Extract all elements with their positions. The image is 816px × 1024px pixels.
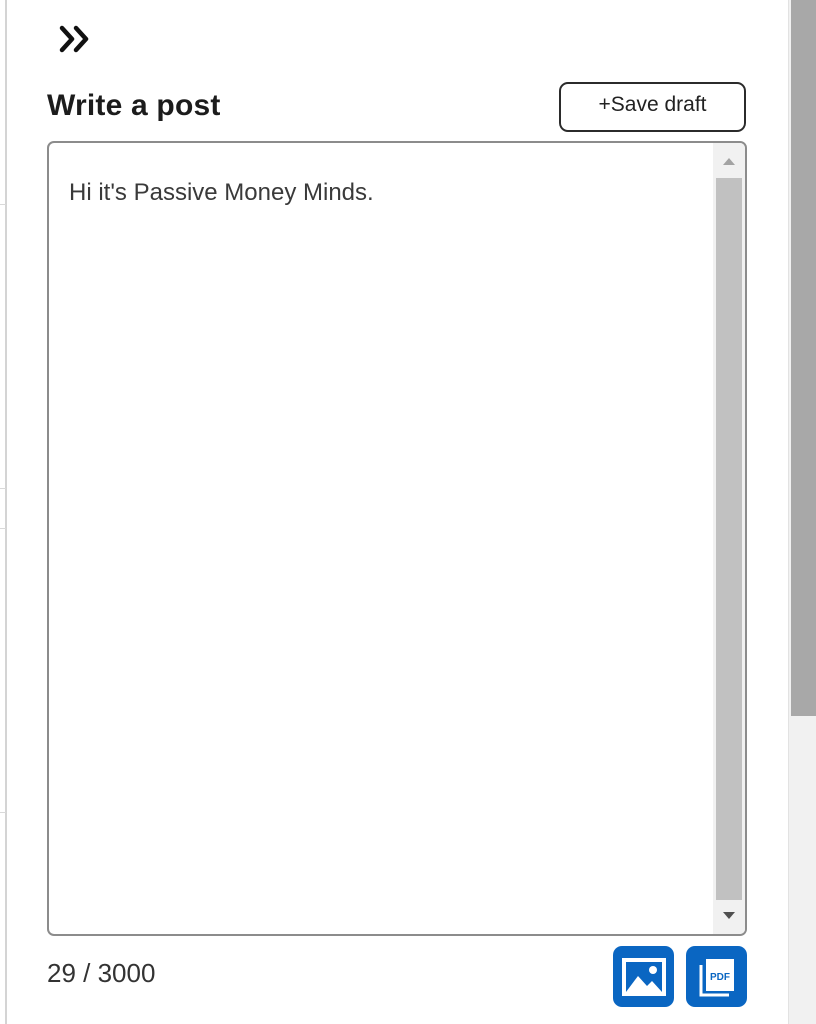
collapse-panel-button[interactable] bbox=[56, 22, 96, 56]
double-chevron-right-icon bbox=[59, 25, 89, 53]
pdf-icon: PDF bbox=[699, 958, 734, 996]
editor-scroll-thumb[interactable] bbox=[716, 178, 742, 900]
save-draft-button[interactable]: +Save draft bbox=[559, 82, 746, 132]
add-pdf-button[interactable]: PDF bbox=[686, 946, 747, 1007]
pdf-icon-label: PDF bbox=[710, 972, 730, 983]
scroll-down-arrow-icon[interactable] bbox=[723, 912, 735, 919]
post-textarea[interactable]: Hi it's Passive Money Minds. bbox=[47, 141, 747, 936]
write-post-panel: Write a post +Save draft Hi it's Passive… bbox=[0, 0, 816, 1024]
panel-left-border bbox=[5, 0, 7, 1024]
character-counter: 29 / 3000 bbox=[47, 958, 156, 988]
editor-scrollbar[interactable] bbox=[713, 143, 745, 934]
scroll-up-arrow-icon[interactable] bbox=[723, 158, 735, 165]
post-text[interactable]: Hi it's Passive Money Minds. bbox=[69, 179, 374, 207]
add-image-button[interactable] bbox=[613, 946, 674, 1007]
window-scrollbar-thumb[interactable] bbox=[791, 0, 816, 716]
image-icon bbox=[621, 957, 666, 996]
page-title: Write a post bbox=[47, 89, 221, 122]
